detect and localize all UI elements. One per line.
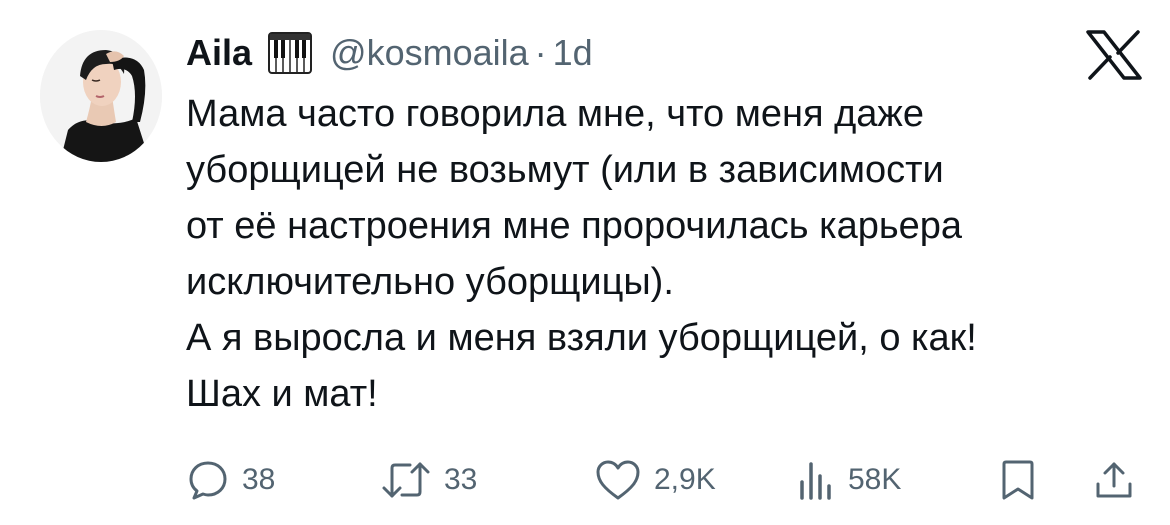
retweet-icon: [380, 458, 432, 502]
views-button[interactable]: 58K: [796, 455, 901, 505]
tweet-text: Мама часто говорила мне, что меня даже у…: [186, 86, 1146, 422]
author-name[interactable]: Aila: [186, 32, 252, 74]
tweet-header: Aila @kosmoaila · 1d: [186, 28, 593, 78]
x-logo-icon[interactable]: [1086, 30, 1142, 80]
tweet-text-line: исключительно уборщицы).: [186, 261, 674, 303]
tweet-text-line: А я выросла и меня взяли уборщицей, о ка…: [186, 317, 977, 359]
avatar[interactable]: [40, 30, 162, 162]
reply-button[interactable]: 38: [186, 455, 275, 505]
views-count: 58K: [848, 463, 902, 496]
share-button[interactable]: [1092, 455, 1136, 505]
action-bar: 38 33 2,9K 58K: [186, 455, 1146, 505]
tweet-text-line: Шах и мат!: [186, 373, 378, 415]
retweet-count: 33: [444, 463, 478, 496]
like-button[interactable]: 2,9K: [594, 455, 716, 505]
author-handle[interactable]: @kosmoaila: [330, 32, 529, 74]
tweet-text-line: от её настроения мне пророчилась карьера: [186, 205, 963, 247]
bookmark-button[interactable]: [998, 455, 1038, 505]
share-icon: [1092, 458, 1136, 502]
separator-dot: ·: [534, 32, 547, 73]
tweet-text-line: Мама часто говорила мне, что меня даже: [186, 93, 924, 135]
tweet-text-line: уборщицей не возьмут (или в зависимости: [186, 149, 944, 191]
views-icon: [796, 458, 836, 502]
tweet-card: Aila @kosmoaila · 1d Мама часто говорила…: [0, 0, 1170, 525]
reply-count: 38: [242, 463, 276, 496]
musical-keyboard-icon: [268, 31, 313, 75]
bookmark-icon: [998, 458, 1038, 502]
like-count: 2,9K: [654, 463, 716, 496]
reply-icon: [186, 458, 230, 502]
retweet-button[interactable]: 33: [380, 455, 477, 505]
timestamp[interactable]: 1d: [553, 32, 593, 74]
heart-icon: [594, 458, 642, 502]
